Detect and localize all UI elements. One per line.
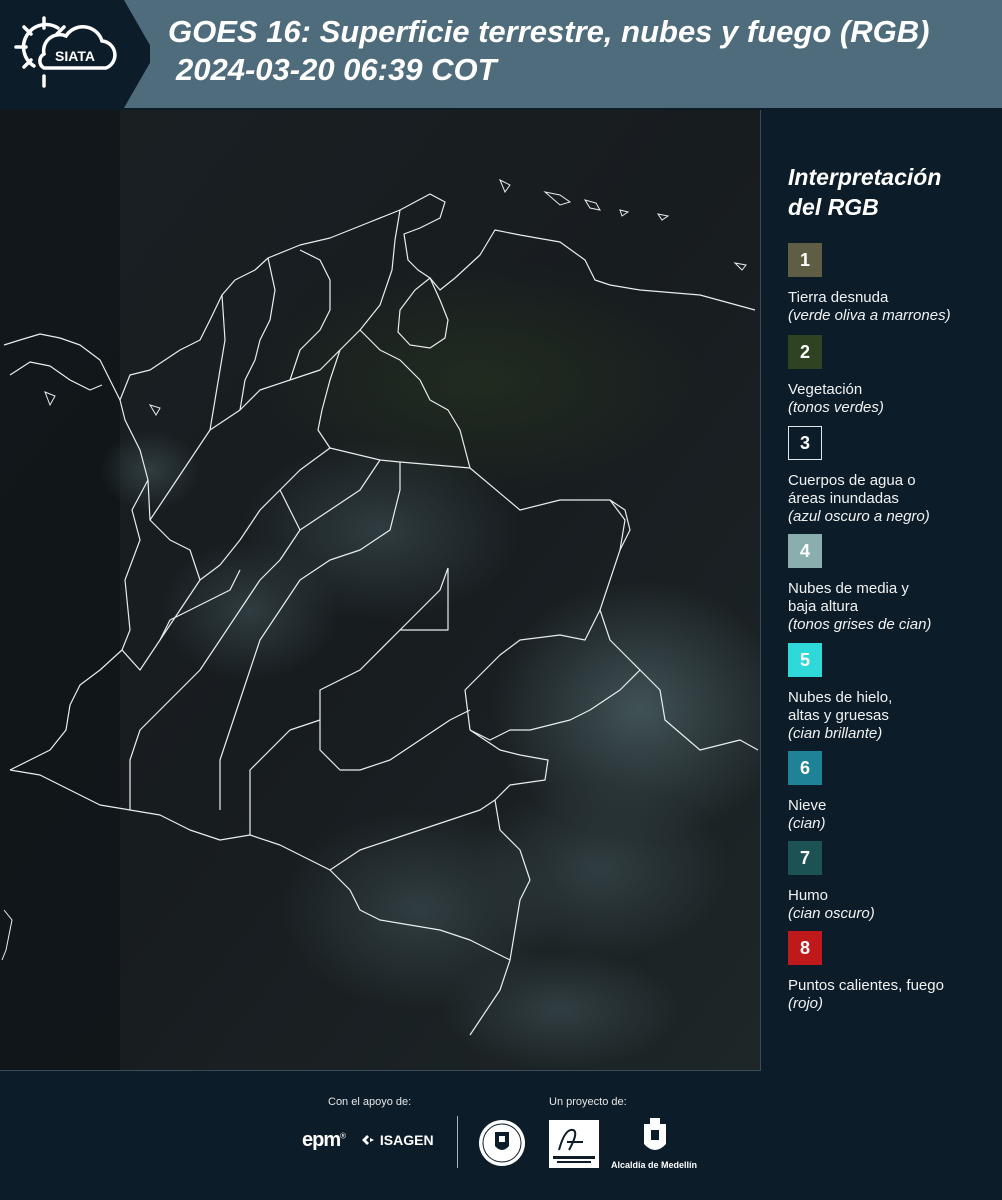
epm-text: epm [302,1129,341,1151]
legend-sublabel: (rojo) [788,995,824,1012]
satellite-map [0,110,761,1071]
legend-swatch: 2 [788,335,822,369]
legend-sublabel: (cian) [788,815,826,832]
legend-title: Interpretación del RGB [788,162,998,222]
isagen-icon [362,1135,374,1145]
legend-sublabel: (cian oscuro) [788,905,875,922]
legend-sublabel: (tonos grises de cian) [788,616,932,633]
legend-sublabel: (verde oliva a marrones) [788,307,951,324]
legend-label: Cuerpos de agua o áreas inundadas [788,472,916,507]
legend-panel: Interpretación del RGB [788,162,998,240]
legend-item: 2 Vegetación (tonos verdes) [788,335,998,417]
epm-logo: epm® [302,1129,346,1152]
legend-item: 5 Nubes de hielo, altas y gruesas (cian br… [788,643,998,743]
registered-mark: ® [340,1131,346,1141]
medellin-coat-of-arms-icon [644,1118,666,1150]
isagen-text: ISAGEN [379,1132,434,1148]
legend-item: 6 Nieve (cian) [788,751,998,833]
alcaldia-label: Alcaldía de Medellín [611,1160,698,1170]
legend-swatch: 7 [788,841,822,875]
siata-logo: SIATA [0,0,150,108]
footer-divider [457,1116,458,1168]
legend-swatch: 5 [788,643,822,677]
legend-item: 3 Cuerpos de agua o áreas inundadas (azul … [788,426,998,526]
legend-swatch: 3 [788,426,822,460]
legend-sublabel: (azul oscuro a negro) [788,508,930,525]
header-bar: SIATA GOES 16: Superficie terrestre, nub… [0,0,1002,108]
legend-item: 4 Nubes de media y baja altura (tonos gris… [788,534,998,634]
area-metropolitana-logo [549,1120,599,1168]
legend-swatch: 6 [788,751,822,785]
legend-title-line1: Interpretación [788,164,942,190]
legend-sublabel: (cian brillante) [788,725,883,742]
legend-swatch: 4 [788,534,822,568]
isagen-logo: ISAGEN [360,1132,434,1148]
timestamp: 2024-03-20 06:39 COT [176,52,497,87]
legend-swatch: 8 [788,931,822,965]
page-title: GOES 16: Superficie terrestre, nubes y f… [168,14,930,49]
legend-label: Tierra desnuda [788,289,889,306]
legend-label: Nubes de hielo, altas y gruesas [788,689,893,724]
legend-item: 1 Tierra desnuda (verde oliva a marrones) [788,243,998,325]
university-seal-icon [479,1120,525,1166]
legend-label: Puntos calientes, fuego [788,977,944,994]
legend-label: Nubes de media y baja altura [788,580,909,615]
legend-sublabel: (tonos verdes) [788,399,884,416]
logo-text: SIATA [55,48,95,64]
legend-label: Nieve [788,797,827,814]
legend-swatch: 1 [788,243,822,277]
support-label: Con el apoyo de: [328,1096,412,1108]
legend-label: Vegetación [788,381,863,398]
legend-item: 7 Humo (cian oscuro) [788,841,998,923]
footer: Con el apoyo de: Un proyecto de: epm® IS… [0,1072,1002,1200]
project-label: Un proyecto de: [549,1096,627,1108]
legend-item: 8 Puntos calientes, fuego (rojo) [788,931,998,1013]
legend-label: Humo [788,887,829,904]
legend-title-line2: del RGB [788,194,879,220]
